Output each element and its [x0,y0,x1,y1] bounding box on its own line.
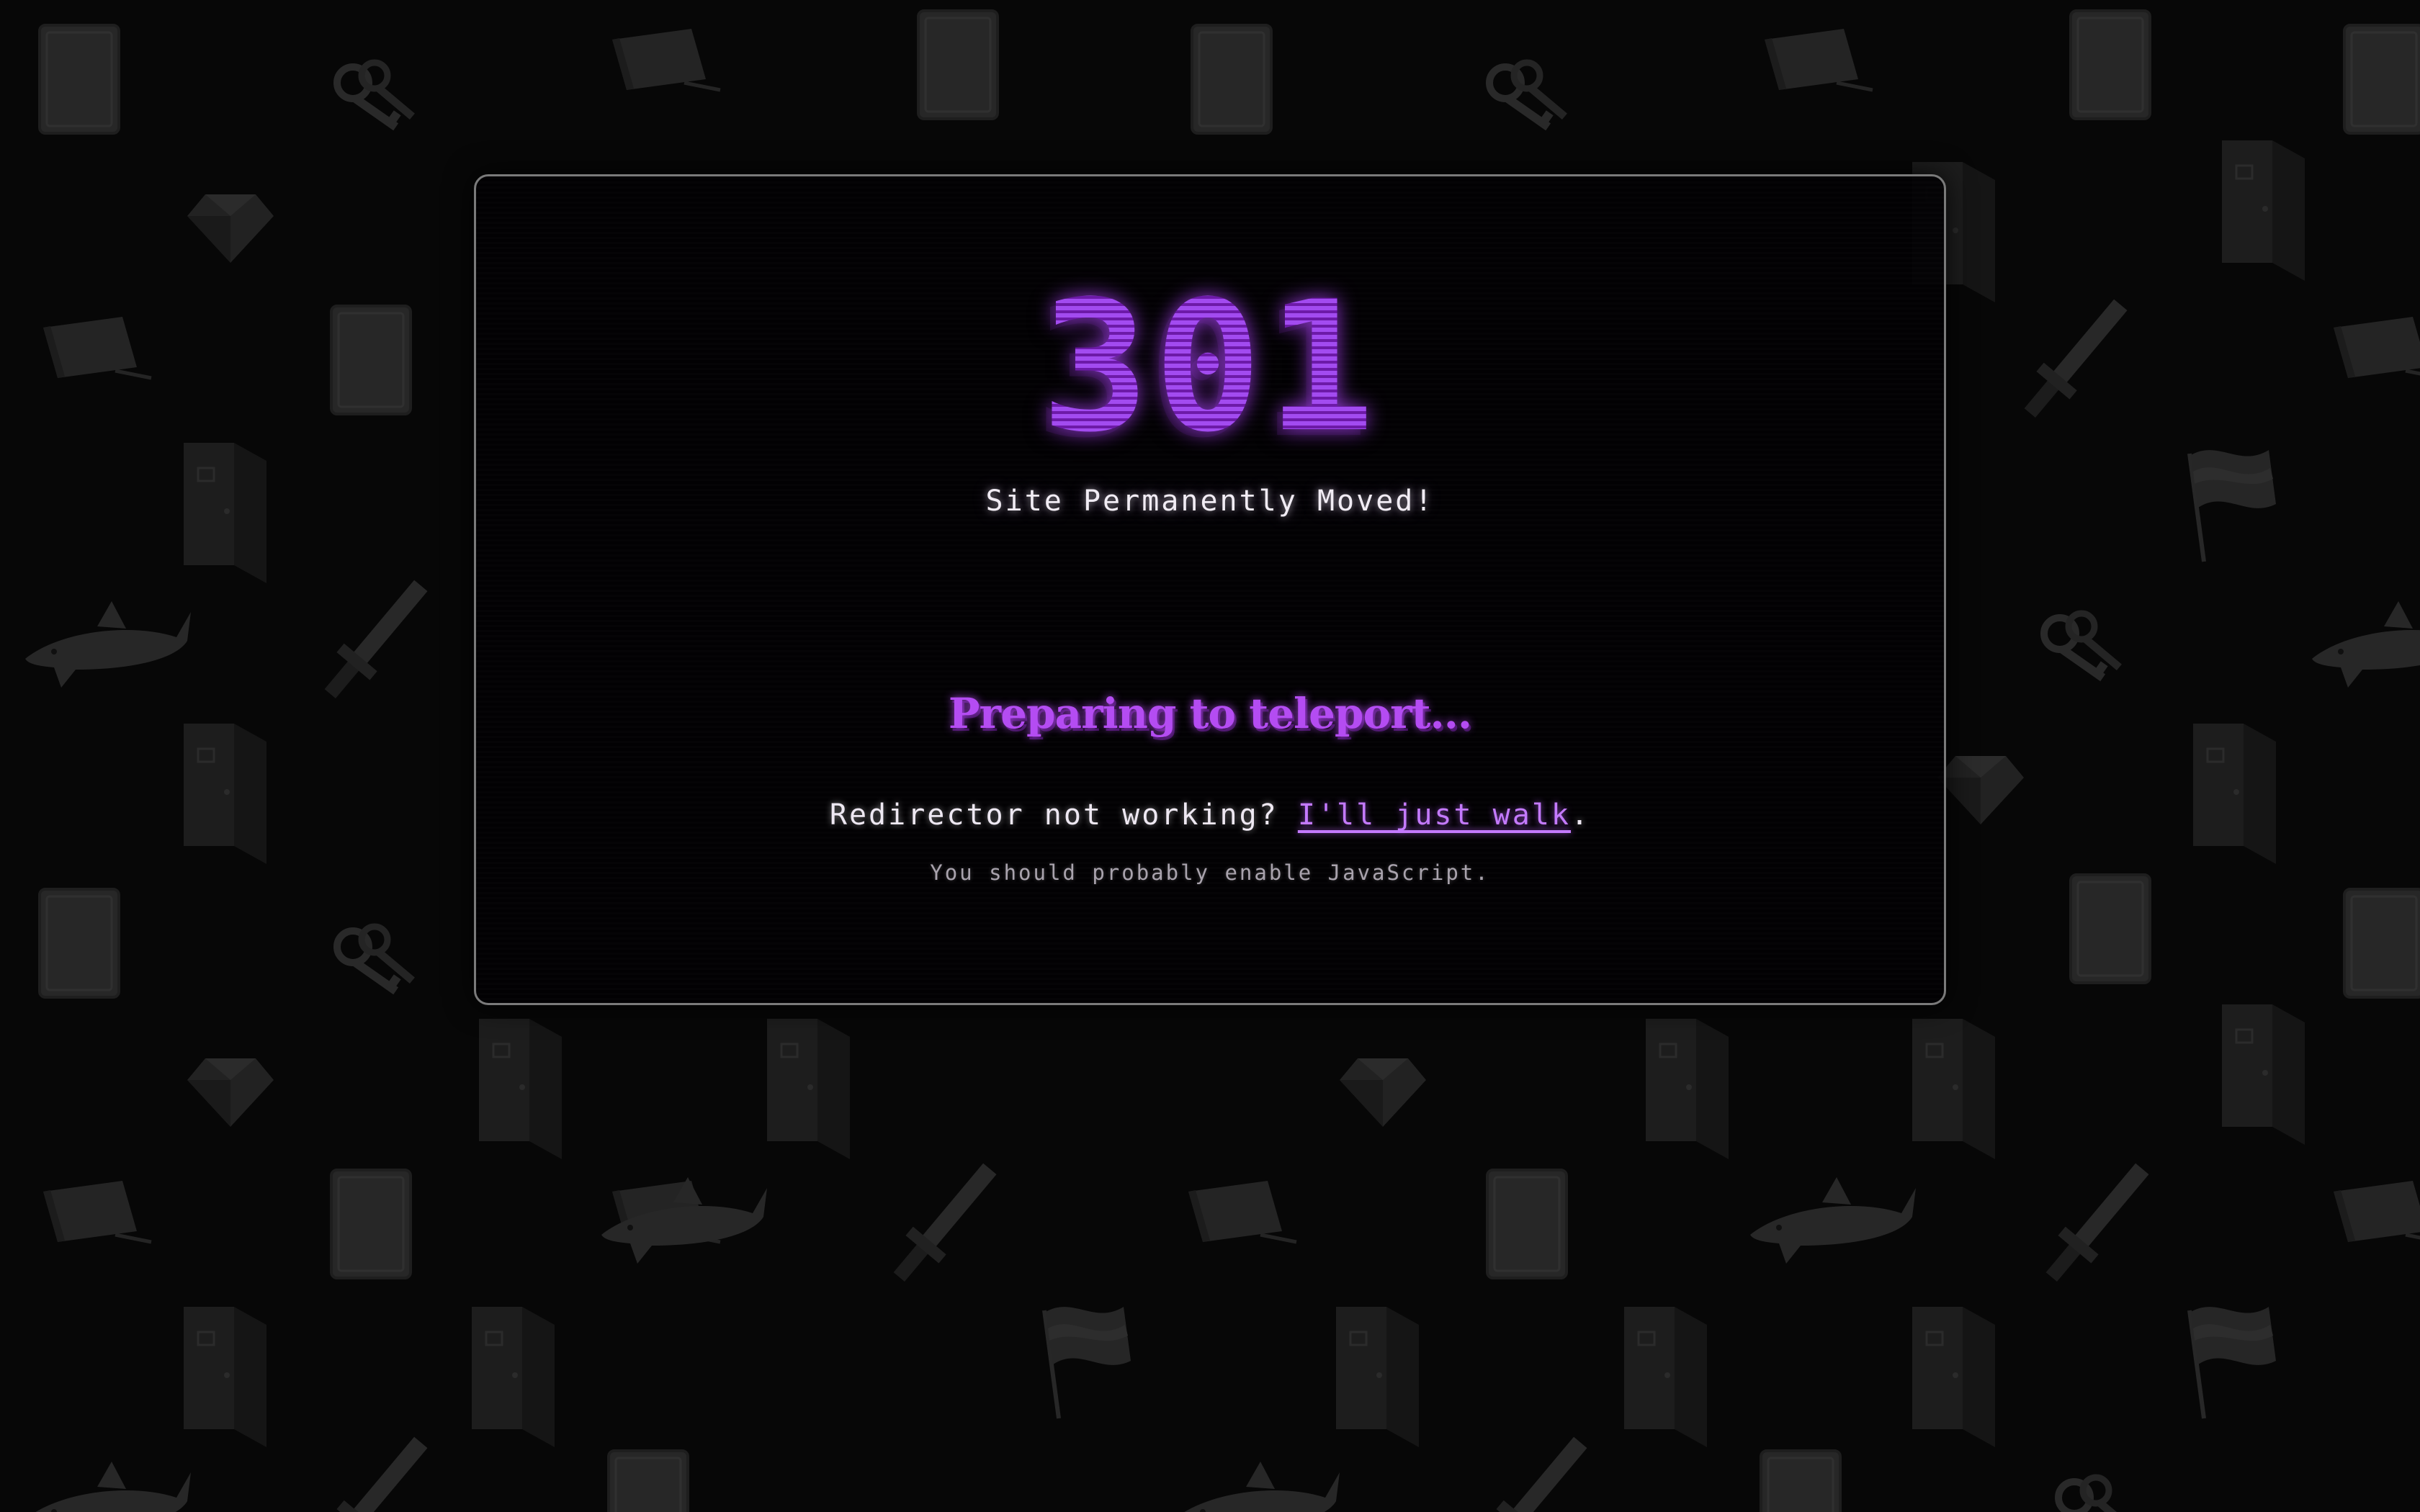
no-dumping-sign-icon [1486,1169,1568,1279]
door-icon [1623,1305,1708,1449]
book-icon [2334,317,2420,378]
no-dumping-sign-icon [330,1169,412,1279]
no-dumping-sign-icon [2069,9,2151,120]
door-icon [2220,1003,2306,1146]
no-dumping-sign-icon [38,24,120,135]
no-dumping-sign-icon [2343,888,2420,999]
door-icon [1911,1017,1996,1161]
door-icon [478,1017,563,1161]
no-dumping-sign-icon [1191,24,1273,135]
redirect-prefix: Redirector not working? [829,798,1298,832]
page-subtitle: Site Permanently Moved! [985,485,1435,518]
no-dumping-sign-icon [38,888,120,999]
door-icon [1911,1305,1996,1449]
door-icon [182,441,268,585]
door-icon [470,1305,556,1449]
door-icon [2220,139,2306,282]
no-dumping-sign-icon [330,305,412,415]
door-icon [766,1017,851,1161]
book-icon [2334,1181,2420,1242]
javascript-notice: You should probably enable JavaScript. [930,860,1490,885]
redirect-suffix: . [1571,798,1591,832]
trans-rights-sign-icon [1760,1449,1842,1512]
no-dumping-sign-icon [2343,24,2420,135]
walk-link[interactable]: I'll just walk [1298,798,1571,832]
no-dumping-sign-icon [2069,873,2151,984]
no-dumping-sign-icon [917,9,999,120]
door-icon [2192,722,2277,865]
redirect-card: 301 Site Permanently Moved! Preparing to… [474,174,1946,1005]
door-icon [1335,1305,1420,1449]
door-icon [1644,1017,1730,1161]
redirect-line: Redirector not working? I'll just walk. [476,798,1944,832]
status-code: 301 [476,277,1944,457]
teleport-message: Preparing to teleport... [948,689,1472,738]
trans-rights-sign-icon [607,1449,689,1512]
door-icon [182,1305,268,1449]
door-icon [182,722,268,865]
